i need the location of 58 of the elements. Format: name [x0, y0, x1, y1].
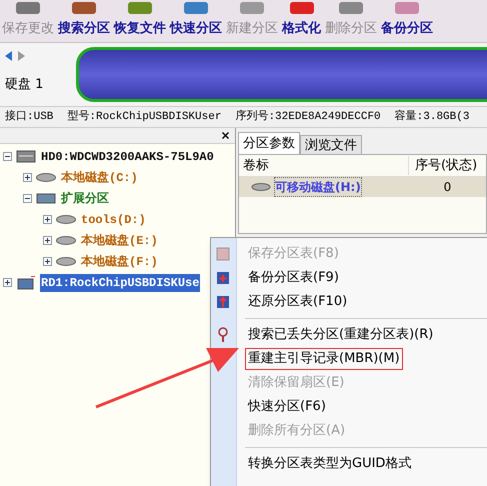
plus-box-icon[interactable] [3, 278, 12, 287]
plus-box-icon[interactable] [43, 215, 52, 224]
tree-item[interactable]: HD0:WDCWD3200AAKS-75L9A0 [40, 148, 215, 166]
toolbar-button[interactable]: 格式化 [280, 0, 323, 42]
removable-disk-icon [251, 182, 271, 192]
plus-box-icon[interactable] [23, 173, 32, 182]
menu-item[interactable]: 还原分区表(F10) [245, 291, 350, 313]
toolbar-icon [181, 2, 211, 16]
menu-item[interactable]: 转换分区表类型为GUID格式 [245, 453, 414, 475]
column-header[interactable]: 序号(状态) [409, 156, 486, 176]
magnifier-icon [217, 327, 229, 343]
close-icon[interactable] [222, 132, 229, 139]
menu-item[interactable]: 快速分区(F6) [245, 396, 329, 418]
minus-box-icon[interactable] [23, 194, 32, 203]
tree-item[interactable]: 本地磁盘(F:) [80, 252, 159, 270]
hard-disk-icon [56, 257, 76, 266]
disk-label: 硬盘 1 [5, 76, 44, 94]
table-row[interactable]: 可移动磁盘(H:) 0 [239, 177, 486, 197]
back-arrow-icon[interactable] [5, 51, 13, 61]
hard-disk-icon [56, 215, 76, 224]
menu-item[interactable]: 备份分区表(F9) [245, 267, 342, 289]
toolbar-icon [237, 2, 267, 16]
table-cell: 可移动磁盘(H:) [274, 177, 362, 197]
tree-item[interactable]: 本地磁盘(E:) [80, 232, 159, 250]
minus-box-icon[interactable] [3, 152, 12, 161]
menu-item[interactable]: 重建主引导记录(MBR)(M) [245, 348, 403, 370]
drive-bay-icon [36, 193, 56, 204]
hard-disk-icon [56, 236, 76, 245]
hard-disk-icon [36, 173, 56, 182]
toolbar-icon [392, 2, 422, 16]
toolbar-icon [69, 2, 99, 16]
toolbar-icon [125, 2, 155, 16]
table-icon [216, 247, 230, 261]
table-plus-icon [216, 271, 230, 285]
tree-item[interactable]: tools(D:) [80, 210, 147, 228]
tree-item[interactable]: 本地磁盘(C:) [60, 168, 139, 186]
disk-info-text: 接口:USB [5, 108, 54, 125]
column-header[interactable]: 卷标 [239, 156, 409, 176]
toolbar-icon [336, 2, 366, 16]
toolbar-icon [13, 2, 43, 16]
toolbar-button[interactable]: 快速分区 [168, 0, 224, 42]
plus-box-icon[interactable] [43, 257, 52, 266]
forward-arrow-icon[interactable] [17, 51, 25, 61]
tab[interactable]: 分区参数 [238, 132, 300, 154]
toolbar-button[interactable]: 备份分区 [379, 0, 435, 42]
tab[interactable]: 浏览文件 [300, 135, 362, 154]
disk-info-text: 型号:RockChipUSBDISKUser [67, 109, 222, 125]
table-up-icon [216, 295, 230, 309]
tree-item[interactable]: 扩展分区 [60, 190, 110, 208]
menu-item[interactable]: 搜索已丢失分区(重建分区表)(R) [245, 324, 436, 346]
table-cell-text: 0 [442, 179, 452, 196]
toolbar-button[interactable]: 搜索分区 [56, 0, 112, 42]
disk-info-text: 容量:3.8GB(3 [394, 108, 470, 125]
disk-info-text: 序列号:32EDE8A249DECCF0 [235, 108, 381, 125]
partition-bar[interactable] [76, 47, 487, 102]
plus-box-icon[interactable] [43, 236, 52, 245]
toolbar-button[interactable]: 恢复文件 [112, 0, 168, 42]
tree-item[interactable]: RD1:RockChipUSBDISKUse [40, 274, 200, 292]
